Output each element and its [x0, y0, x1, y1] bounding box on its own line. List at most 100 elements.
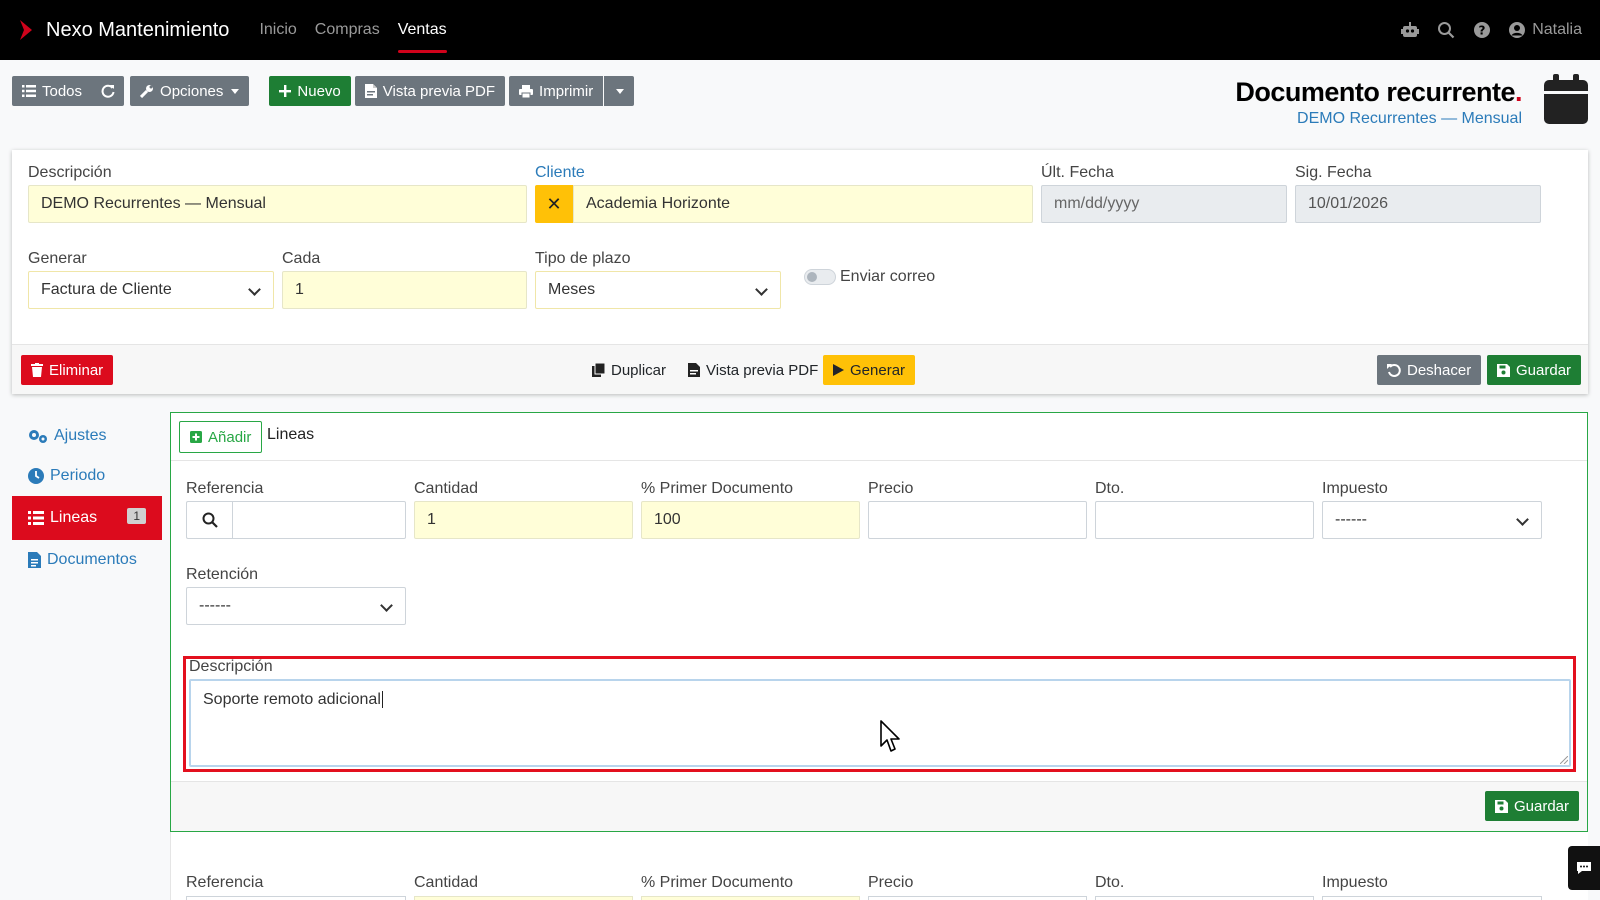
sidebar-item-periodo[interactable]: Periodo [12, 456, 162, 496]
save-icon [1494, 799, 1508, 813]
descripcion-input[interactable]: DEMO Recurrentes — Mensual [28, 185, 527, 223]
referencia-label: Referencia [186, 480, 264, 497]
user-menu[interactable]: Natalia [1508, 21, 1582, 39]
next-primer-documento-input[interactable] [641, 896, 860, 900]
delete-button[interactable]: Eliminar [21, 355, 114, 385]
sidebar-item-label: Periodo [50, 467, 106, 484]
new-button[interactable]: Nuevo [269, 76, 351, 106]
cada-input[interactable]: 1 [282, 271, 527, 309]
ult-fecha-input[interactable]: mm/dd/yyyy [1041, 185, 1287, 223]
add-line-button[interactable]: Añadir [179, 421, 263, 453]
next-impuesto-select[interactable] [1322, 896, 1542, 900]
refresh-button[interactable] [92, 76, 125, 106]
duplicate-button-label: Duplicar [611, 361, 667, 379]
print-button[interactable]: Imprimir [509, 76, 604, 106]
all-button-label: Todos [42, 82, 83, 100]
brand-name: Nexo Mantenimiento [46, 18, 230, 41]
field-generar: Generar Factura de Cliente [28, 247, 274, 309]
nav-link-inicio[interactable]: Inicio [259, 15, 296, 45]
next-dto-label: Dto. [1095, 874, 1125, 891]
footer-pdf-preview-button[interactable]: Vista previa PDF [678, 355, 828, 385]
sidebar-item-documentos[interactable]: Documentos [12, 540, 162, 580]
primer-documento-input[interactable]: 100 [641, 501, 860, 539]
next-precio-input[interactable] [868, 896, 1087, 900]
nav-link-compras[interactable]: Compras [315, 15, 380, 45]
chat-button[interactable] [1568, 846, 1600, 890]
sidebar-item-label: Documentos [47, 551, 137, 568]
line-descripcion-text: Soporte remoto adicional [203, 691, 381, 708]
toggle-switch[interactable] [804, 269, 836, 285]
add-line-label: Añadir [208, 428, 252, 446]
referencia-input[interactable] [232, 501, 406, 539]
form-footer: Eliminar Duplicar Vista previa PDF Gener… [12, 344, 1588, 394]
options-button[interactable]: Opciones [130, 76, 250, 106]
sig-fecha-input[interactable]: 10/01/2026 [1295, 185, 1541, 223]
toolbar: Todos Opciones Nuevo Vista previa PDF Im… [12, 76, 638, 106]
next-dto-input[interactable] [1095, 896, 1314, 900]
search-icon[interactable] [1436, 20, 1456, 40]
all-button[interactable]: Todos [12, 76, 93, 106]
undo-button[interactable]: Deshacer [1377, 355, 1482, 385]
wrench-icon [140, 85, 154, 98]
nav-link-ventas[interactable]: Ventas [397, 15, 447, 53]
precio-label: Precio [868, 480, 914, 497]
robot-icon[interactable] [1400, 20, 1420, 40]
undo-icon [1387, 364, 1401, 377]
dto-input[interactable] [1095, 501, 1314, 539]
search-icon [202, 512, 218, 528]
save-button[interactable]: Guardar [1487, 355, 1582, 385]
generar-select[interactable]: Factura de Cliente [28, 271, 274, 309]
sidebar-item-ajustes[interactable]: Ajustes [12, 416, 162, 456]
resize-handle-icon[interactable] [1560, 756, 1568, 764]
text-caret [381, 691, 383, 708]
impuesto-label: Impuesto [1322, 480, 1388, 497]
line-save-label: Guardar [1513, 797, 1569, 815]
field-ult-fecha: Últ. Fecha mm/dd/yyyy [1041, 161, 1287, 223]
next-cantidad-input[interactable] [414, 896, 633, 900]
cliente-label[interactable]: Cliente [535, 161, 1033, 185]
primer-documento-label: % Primer Documento [641, 480, 794, 497]
lines-header: Añadir Lineas [171, 413, 1587, 461]
cliente-input[interactable]: Academia Horizonte [573, 185, 1033, 223]
next-impuesto-label: Impuesto [1322, 874, 1388, 891]
page-subtitle[interactable]: DEMO Recurrentes — Mensual [1235, 110, 1522, 128]
save-icon [1497, 363, 1510, 377]
undo-button-label: Deshacer [1407, 361, 1472, 379]
chat-icon [1577, 862, 1591, 874]
sidebar-item-lineas[interactable]: Lineas 1 [12, 496, 162, 540]
retencion-select[interactable]: ------ [186, 587, 406, 625]
top-navbar: Nexo Mantenimiento Inicio Compras Ventas… [0, 0, 1600, 60]
field-cantidad: Cantidad 1 [414, 477, 633, 539]
cada-label: Cada [282, 250, 321, 267]
impuesto-select[interactable]: ------ [1322, 501, 1542, 539]
clear-client-button[interactable]: ✕ [535, 185, 573, 223]
enviar-correo-label: Enviar correo [840, 268, 936, 285]
list-icon [22, 85, 36, 97]
calendar-icon [1544, 74, 1588, 124]
caret-down-icon [616, 88, 625, 94]
tipo-plazo-label: Tipo de plazo [535, 250, 631, 267]
print-dropdown-toggle[interactable] [604, 76, 635, 106]
precio-input[interactable] [868, 501, 1087, 539]
sidebar-item-label: Lineas [50, 509, 98, 526]
tipo-plazo-select[interactable]: Meses [535, 271, 781, 309]
sig-fecha-label: Sig. Fecha [1295, 164, 1372, 181]
help-icon[interactable]: ? [1472, 20, 1492, 40]
generate-button[interactable]: Generar [823, 355, 916, 385]
brand[interactable]: Nexo Mantenimiento [18, 19, 229, 42]
enviar-correo-toggle[interactable]: Enviar correo [804, 268, 935, 286]
sidebar-item-label: Ajustes [54, 427, 107, 444]
cantidad-input[interactable]: 1 [414, 501, 633, 539]
next-precio-label: Precio [868, 874, 914, 891]
section-sidebar: Ajustes Periodo Lineas 1 Documentos [12, 416, 162, 580]
ult-fecha-label: Últ. Fecha [1041, 164, 1114, 181]
next-referencia-input[interactable] [186, 896, 406, 900]
reference-search-button[interactable] [186, 501, 232, 539]
pdf-preview-button[interactable]: Vista previa PDF [354, 76, 506, 106]
user-name: Natalia [1532, 21, 1582, 38]
page-title: Documento recurrente. [1235, 76, 1522, 108]
dto-label: Dto. [1095, 480, 1125, 497]
plus-icon [279, 85, 292, 97]
line-save-button[interactable]: Guardar [1484, 791, 1579, 821]
duplicate-button[interactable]: Duplicar [582, 355, 676, 385]
